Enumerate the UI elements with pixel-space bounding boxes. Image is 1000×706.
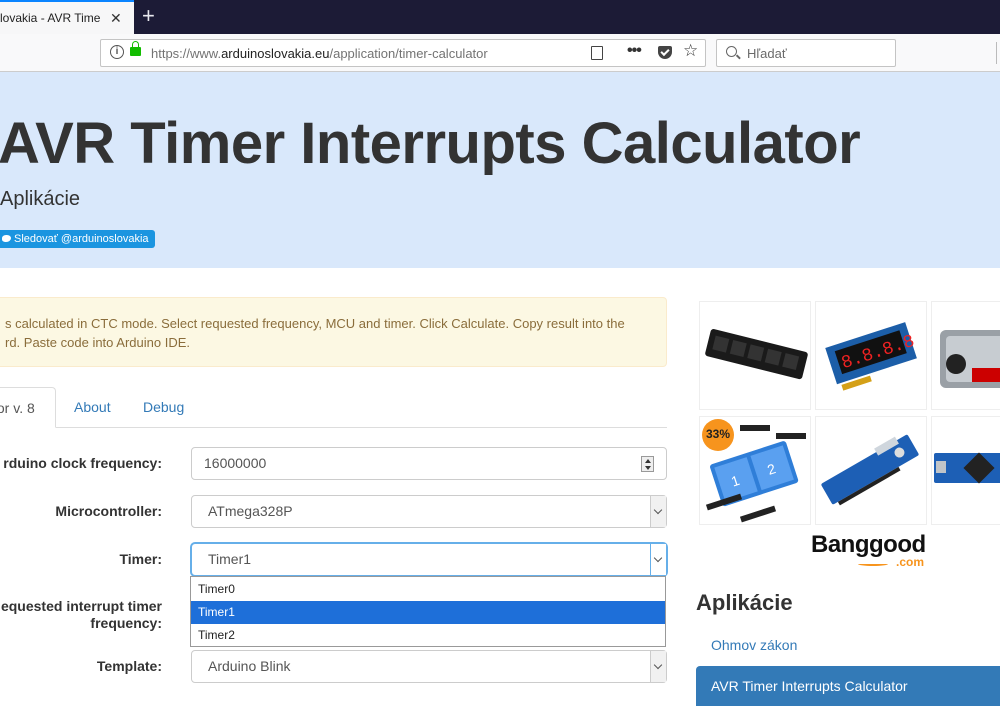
number-spinner-icon[interactable] bbox=[641, 456, 654, 472]
alert-line: rd. Paste code into Arduino IDE. bbox=[5, 335, 190, 350]
product-ad-display[interactable]: 8.8.8.8 bbox=[815, 301, 927, 410]
search-input[interactable] bbox=[747, 41, 887, 65]
search-bar[interactable] bbox=[716, 39, 896, 67]
microcontroller-value: ATmega328P bbox=[208, 503, 293, 519]
chevron-down-icon bbox=[650, 544, 666, 575]
sidebar-item-avr-timer[interactable]: AVR Timer Interrupts Calculator bbox=[696, 666, 1000, 706]
calculator-tabs: tor v. 8 About Debug bbox=[0, 387, 667, 428]
clock-frequency-label: rduino clock frequency: bbox=[3, 455, 162, 471]
microcontroller-label: Microcontroller: bbox=[55, 503, 162, 519]
product-ad-shield[interactable]: 1 2 33% bbox=[699, 416, 811, 525]
browser-toolbar: i https://www.arduinoslovakia.eu/applica… bbox=[0, 34, 1000, 72]
microcontroller-select[interactable]: ATmega328P bbox=[191, 495, 667, 528]
dev-board-image bbox=[934, 452, 1000, 484]
blue-module-image bbox=[821, 434, 919, 506]
browser-tab-bar: lovakia - AVR Timer Inte ✕ + bbox=[0, 0, 1000, 34]
tab-about[interactable]: About bbox=[74, 387, 111, 428]
timer-dropdown-list: Timer0 Timer1 Timer2 bbox=[190, 576, 666, 647]
alert-line: s calculated in CTC mode. Select request… bbox=[5, 316, 625, 331]
interrupt-frequency-label: equested interrupt timer frequency: bbox=[0, 598, 162, 631]
search-icon bbox=[726, 46, 737, 57]
template-label: Template: bbox=[96, 658, 162, 674]
product-ad-inverter[interactable] bbox=[931, 301, 1000, 410]
twitter-follow-label: Sledovať @arduinoslovakia bbox=[14, 233, 149, 245]
clock-frequency-value: 16000000 bbox=[204, 455, 267, 471]
timer-option[interactable]: Timer2 bbox=[191, 624, 665, 647]
browser-tab[interactable]: lovakia - AVR Timer Inte ✕ bbox=[0, 0, 134, 34]
address-bar[interactable]: i https://www.arduinoslovakia.eu/applica… bbox=[100, 39, 706, 67]
led-display-image: 8.8.8.8 bbox=[825, 322, 917, 391]
timer-option-selected[interactable]: Timer1 bbox=[191, 601, 665, 624]
toolbar-divider bbox=[996, 42, 997, 64]
timer-label: Timer: bbox=[119, 551, 162, 567]
timer-select[interactable]: Timer1 bbox=[191, 543, 667, 576]
twitter-follow-button[interactable]: Sledovať @arduinoslovakia bbox=[0, 230, 155, 248]
banggood-logo-swoosh bbox=[858, 562, 888, 566]
new-tab-button[interactable]: + bbox=[142, 3, 155, 29]
page-header: AVR Timer Interrupts Calculator Aplikáci… bbox=[0, 72, 1000, 268]
timer-value: Timer1 bbox=[208, 551, 252, 567]
page-subtitle: Aplikácie bbox=[0, 188, 81, 210]
info-alert: s calculated in CTC mode. Select request… bbox=[0, 297, 667, 367]
page-title: AVR Timer Interrupts Calculator bbox=[0, 111, 861, 176]
product-ad-module[interactable] bbox=[815, 416, 927, 525]
inverter-image bbox=[940, 330, 1000, 388]
tab-debug[interactable]: Debug bbox=[143, 387, 184, 428]
sidebar-item-ohmov-zakon[interactable]: Ohmov zákon bbox=[711, 637, 797, 653]
more-actions-icon[interactable]: ••• bbox=[627, 42, 642, 60]
reader-view-icon[interactable] bbox=[591, 46, 603, 60]
bookmark-star-icon[interactable]: ☆ bbox=[683, 41, 698, 61]
browser-tab-title: lovakia - AVR Timer Inte bbox=[0, 11, 100, 25]
keypad-image bbox=[705, 329, 808, 380]
info-icon[interactable]: i bbox=[110, 45, 124, 59]
product-ad-keyboard[interactable] bbox=[699, 301, 811, 410]
template-select[interactable]: Arduino Blink bbox=[191, 650, 667, 683]
chevron-down-icon bbox=[650, 496, 666, 527]
twitter-icon bbox=[2, 235, 11, 242]
template-value: Arduino Blink bbox=[208, 658, 291, 674]
banggood-logo-suffix: .com bbox=[896, 555, 925, 569]
product-ad-board[interactable] bbox=[931, 416, 1000, 525]
url-text[interactable]: https://www.arduinoslovakia.eu/applicati… bbox=[151, 46, 488, 61]
timer-option[interactable]: Timer0 bbox=[191, 578, 665, 601]
discount-badge: 33% bbox=[706, 427, 731, 441]
lock-icon[interactable] bbox=[130, 41, 141, 56]
tab-calculator[interactable]: tor v. 8 bbox=[0, 387, 56, 428]
close-icon[interactable]: ✕ bbox=[110, 10, 122, 26]
chevron-down-icon bbox=[650, 651, 666, 682]
pocket-icon[interactable] bbox=[658, 46, 672, 59]
sidebar-heading: Aplikácie bbox=[696, 590, 793, 615]
clock-frequency-input[interactable]: 16000000 bbox=[191, 447, 667, 480]
